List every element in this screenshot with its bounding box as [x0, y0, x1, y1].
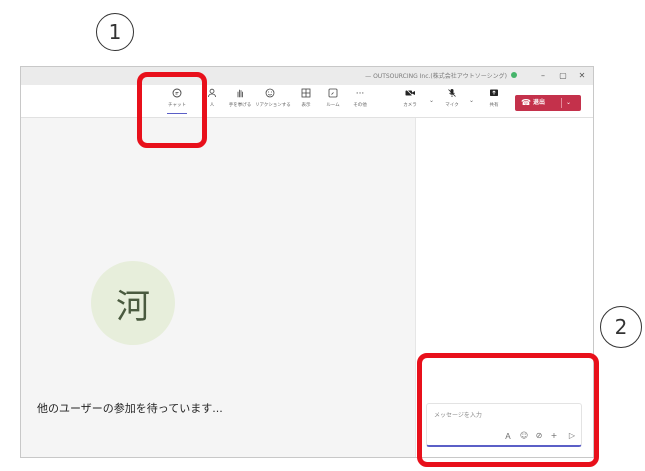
- camera-button[interactable]: カメラ: [395, 88, 425, 114]
- grid-icon: [291, 88, 321, 101]
- leave-label: 退出: [533, 99, 546, 106]
- shield-icon: [511, 72, 517, 78]
- view-label: 表示: [301, 103, 311, 108]
- mic-button[interactable]: マイク: [437, 88, 467, 114]
- share-button[interactable]: 共有: [479, 88, 509, 114]
- leave-chevron-icon[interactable]: ⌄: [566, 95, 571, 111]
- phone-icon: ☎: [521, 98, 531, 107]
- raise-hand-label: 手を挙げる: [228, 103, 252, 108]
- rooms-label: ルーム: [326, 103, 340, 108]
- share-label: 共有: [489, 103, 499, 108]
- camera-label: カメラ: [403, 103, 417, 108]
- reactions-label: リアクションする: [255, 103, 291, 108]
- waiting-message: 他のユーザーの参加を待っています...: [37, 402, 223, 415]
- mic-options-chevron-icon[interactable]: ⌄: [469, 97, 474, 104]
- chat-button-callout: [137, 72, 207, 148]
- meeting-stage: 河 他のユーザーの参加を待っています...: [21, 118, 415, 457]
- step-2-marker: 2: [600, 306, 642, 348]
- avatar: 河: [91, 261, 175, 345]
- minimize-button[interactable]: –: [535, 69, 551, 82]
- meeting-toolbar: チャット 人 手を挙げる リアクションする 表示 ルーム ··· その他 カメラ…: [21, 85, 593, 118]
- title-bar: — OUTSOURCING Inc.(株式会社アウトソーシング) – ▢ ✕: [21, 67, 593, 86]
- more-button[interactable]: ··· その他: [345, 88, 375, 114]
- leave-button[interactable]: ☎ 退出 ⌄: [515, 95, 581, 111]
- raise-hand-button[interactable]: 手を挙げる: [225, 88, 255, 114]
- mic-off-icon: [437, 88, 467, 101]
- camera-options-chevron-icon[interactable]: ⌄: [429, 97, 434, 104]
- view-button[interactable]: 表示: [291, 88, 321, 114]
- mic-label: マイク: [445, 103, 459, 108]
- close-button[interactable]: ✕: [574, 69, 590, 82]
- reactions-button[interactable]: リアクションする: [255, 88, 291, 114]
- smiley-icon: [255, 88, 285, 101]
- maximize-button[interactable]: ▢: [555, 69, 571, 82]
- rooms-icon: [318, 88, 348, 101]
- compose-box-callout: [417, 353, 599, 467]
- leave-divider: [561, 98, 562, 108]
- more-icon: ···: [355, 89, 365, 99]
- more-label: その他: [353, 103, 367, 108]
- camera-off-icon: [395, 88, 425, 101]
- step-1-marker: 1: [96, 13, 134, 51]
- hand-icon: [225, 88, 255, 101]
- window-title: — OUTSOURCING Inc.(株式会社アウトソーシング): [365, 73, 507, 80]
- rooms-button[interactable]: ルーム: [318, 88, 348, 114]
- share-icon: [479, 88, 509, 101]
